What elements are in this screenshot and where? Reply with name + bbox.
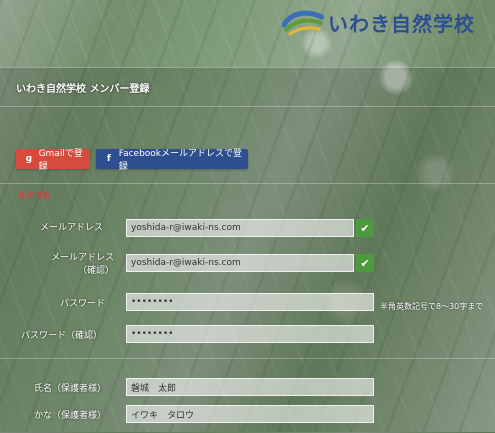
password-confirm-field[interactable]: •••••••• — [126, 325, 374, 343]
gmail-icon: g — [25, 154, 33, 164]
logo-text: いわき自然学校 — [328, 13, 475, 36]
registration-panel: いわき自然学校 メンバー登録 g Gmailで登録 f Facebookメールア… — [0, 67, 495, 433]
kana-label: かな（保護者様） — [34, 411, 107, 421]
name-field[interactable]: 磐城 太郎 — [126, 378, 374, 396]
site-logo[interactable]: いわき自然学校 — [281, 7, 475, 37]
section-divider-bottom — [0, 358, 495, 359]
facebook-icon: f — [106, 154, 111, 164]
password-field[interactable]: •••••••• — [126, 293, 374, 311]
email-check-icon: ✔ — [356, 219, 374, 237]
name-label: 氏名（保護者様） — [34, 384, 107, 394]
password-label: パスワード — [60, 299, 106, 309]
section-divider-top — [0, 183, 495, 184]
email-field[interactable]: yoshida-r@iwaki-ns.com — [126, 219, 354, 237]
email-label: メールアドレス — [40, 223, 104, 233]
password-confirm-label: パスワード（確認） — [21, 331, 103, 341]
page-title: いわき自然学校 メンバー登録 — [16, 84, 150, 95]
kana-field[interactable]: イワキ タロウ — [126, 405, 374, 423]
email-confirm-field[interactable]: yoshida-r@iwaki-ns.com — [126, 254, 354, 272]
email-confirm-check-icon: ✔ — [356, 254, 374, 272]
logo-mark-icon — [281, 7, 325, 37]
facebook-register-button[interactable]: f Facebookメールアドレスで登録 — [96, 149, 248, 172]
title-divider — [0, 106, 495, 107]
section-label: 基本情報 — [18, 191, 50, 200]
gmail-button-label: Gmailで登録 — [38, 149, 83, 172]
password-hint: 半角英数記号で8～30字まで — [380, 302, 484, 311]
email-confirm-label: メールアドレス （確認） — [50, 253, 114, 276]
gmail-register-button[interactable]: g Gmailで登録 — [16, 149, 90, 172]
top-bar: いわき自然学校 — [0, 0, 495, 48]
facebook-button-label: Facebookメールアドレスで登録 — [118, 149, 243, 172]
